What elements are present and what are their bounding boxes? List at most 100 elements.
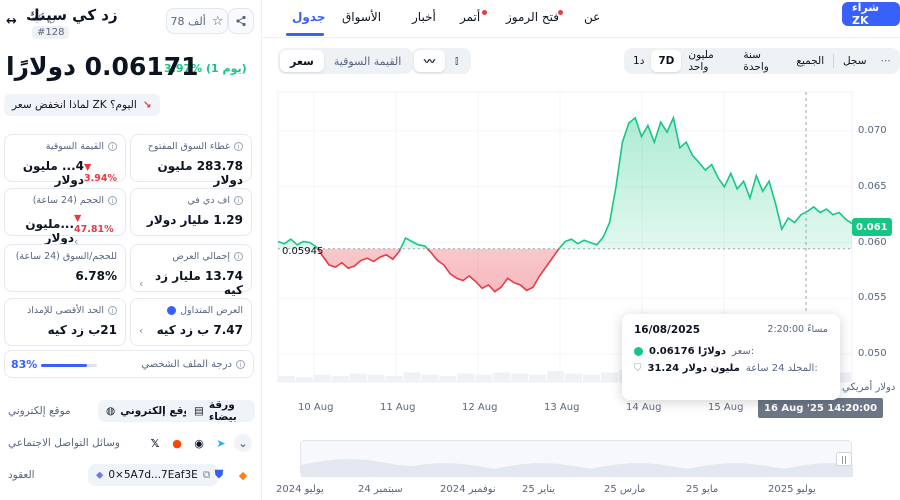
log-button[interactable]: سجل	[836, 50, 874, 72]
navigator-area	[301, 459, 853, 477]
tab-unlocks[interactable]: فتح الرموز	[506, 10, 559, 24]
range-1y[interactable]: سنة واحدة	[736, 49, 789, 73]
info-icon: i	[108, 196, 117, 205]
share-button[interactable]	[228, 8, 254, 34]
volume-bar	[278, 376, 295, 382]
y-tick-label: 0.055	[858, 292, 887, 304]
share-icon	[236, 15, 246, 27]
contract-address-button[interactable]: ⬥ 0×5A7d...7Eaf3E ⧉	[88, 464, 219, 486]
stat-value: ...مليون دولار	[25, 216, 75, 245]
coin-sidebar: 78 ألف ☆ ↔ زد كيه زد كي سينك #128 3.97% …	[0, 0, 262, 500]
github-icon[interactable]: ◉	[190, 434, 208, 452]
contract-address: 0×5A7d...7Eaf3E	[108, 469, 198, 481]
tooltip-price: 0.06176 دولارًا	[649, 346, 727, 357]
profile-score[interactable]: 83% درجة الملف الشخصي i	[4, 350, 254, 378]
line-chart-icon: 〰	[424, 55, 435, 68]
volume-bar	[511, 373, 529, 382]
candlestick-icon: ⫾	[455, 54, 459, 67]
stat-total-supply[interactable]: إجمالي العرض i ‹ 13.74 مليار زد كيه	[130, 244, 252, 297]
volume-bar	[547, 371, 564, 382]
range-all[interactable]: الجميع	[789, 50, 831, 72]
x-tick-label: 13 Aug	[544, 402, 580, 413]
stat-vol-mcap[interactable]: للحجم/السوق (24 ساعة) 6.78%	[4, 244, 126, 292]
current-price: 0.06171 دولارًا	[6, 52, 199, 81]
y-tick-label: 0.060	[858, 236, 887, 248]
market-cap-view-button[interactable]: القيمة السوقية	[324, 50, 411, 72]
website-label: موقع إلكتروني	[8, 405, 71, 417]
price-chart[interactable]	[262, 86, 900, 500]
stat-market-cap[interactable]: القيمة السوقية i 4... مليون دولار ▼ 3.94%	[4, 134, 126, 187]
tooltip-volume: 31.24 مليون دولار	[647, 363, 740, 374]
tab-about[interactable]: عن	[584, 10, 600, 24]
telegram-icon[interactable]: ➤	[212, 434, 230, 452]
price-tooltip: 16/08/2025 2:20:00 مساءً 0.06176 دولارًا…	[622, 314, 840, 400]
stat-volume[interactable]: الحجم (24 ساعة) i ...مليون دولار ▼ 47.81% …	[4, 188, 126, 248]
buy-button[interactable]: شراء ZK	[842, 1, 900, 27]
tab-news[interactable]: أخبار	[412, 10, 436, 24]
shield-icon[interactable]: ⛊	[210, 466, 228, 484]
stat-label: إجمالي العرض	[172, 251, 230, 262]
chart-panel: شراء ZK عن فتح الرموز أتمر أخبار الأسواق…	[262, 0, 900, 500]
reddit-icon[interactable]: ●	[168, 434, 186, 452]
x-icon[interactable]: 𝕏	[146, 434, 164, 452]
volume-bar	[367, 374, 385, 382]
x-tick-label: 12 Aug	[462, 402, 498, 413]
crosshair-time-label: 16 Aug '25 14:20:00	[758, 398, 884, 418]
navigator-tick-label: نوفمبر 2024	[440, 484, 496, 495]
navigator-tick-label: يوليو 2025	[768, 484, 816, 495]
stat-change: ▼ 3.94%	[84, 162, 117, 184]
stat-label: اف دي في	[187, 195, 230, 206]
tab-chart[interactable]: جدول	[292, 10, 325, 24]
navigator-handle[interactable]: ||	[836, 452, 852, 466]
volume-bar	[600, 372, 618, 382]
current-price-tag: 0.061	[852, 218, 892, 236]
stat-label: الحد الأقصى للإمداد	[27, 305, 104, 316]
why-price-button[interactable]: لماذا انخفض سعر ZK اليوم؟ ↘	[4, 94, 160, 116]
y-tick-label: 0.050	[858, 348, 887, 360]
website-row: موقع إلكتروني ◍ موقع إلكتروني ▤ ورقة بيضاء	[4, 399, 255, 424]
tab-markets[interactable]: الأسواق	[342, 10, 381, 24]
stat-value: 1.29 مليار دولار	[146, 213, 243, 227]
volume-bar	[403, 372, 421, 382]
y-tick-label: 0.070	[858, 125, 887, 137]
y-tick-label: 0.065	[858, 180, 887, 192]
metamask-icon[interactable]: ◆	[234, 466, 252, 484]
chevron-down-icon[interactable]: ⌄	[234, 434, 252, 452]
tab-bar: شراء ZK عن فتح الرموز أتمر أخبار الأسواق…	[262, 0, 900, 38]
volume-bar	[421, 374, 439, 382]
globe-icon: ◍	[106, 405, 116, 417]
document-icon: ▤	[194, 405, 204, 417]
range-1m[interactable]: مليون واحد	[681, 49, 736, 73]
x-tick-label: 11 Aug	[380, 402, 416, 413]
active-tab-indicator	[286, 33, 324, 36]
watchlist-button[interactable]: 78 ألف ☆	[166, 8, 228, 34]
stat-value: 21ب زد كيه	[47, 323, 117, 337]
divider	[833, 54, 834, 68]
range-navigator[interactable]	[300, 440, 853, 477]
stat-change: ▼ 47.81% ‹	[74, 213, 114, 248]
candle-chart-button[interactable]: ⫾	[445, 50, 469, 72]
whitepaper-button[interactable]: ▤ ورقة بيضاء	[186, 399, 255, 423]
stat-fdv[interactable]: اف دي في i 1.29 مليار دولار	[130, 188, 252, 236]
volume-bar	[493, 372, 511, 382]
star-icon: ☆	[211, 13, 224, 29]
stat-max-supply[interactable]: الحد الأقصى للإمداد i 21ب زد كيه	[4, 298, 126, 346]
coin-logo: ↔	[6, 14, 17, 29]
info-icon: i	[234, 252, 243, 261]
range-7d[interactable]: 7D	[651, 50, 682, 72]
more-icon[interactable]: ⋯	[874, 50, 899, 72]
volume-bar	[565, 373, 582, 382]
range-1d[interactable]: 1د	[626, 50, 651, 72]
stat-circulating[interactable]: العرض المتداول ‹ 7.47 ب زد كيه	[130, 298, 252, 346]
tab-atmar[interactable]: أتمر	[460, 10, 480, 24]
volume-bar	[475, 374, 493, 382]
verified-icon	[167, 306, 177, 315]
volume-bar	[529, 374, 547, 382]
stat-open-cap[interactable]: غطاء السوق المفتوح i 283.78 مليون دولار	[130, 134, 252, 187]
watchlist-count: 78 ألف	[170, 14, 206, 28]
line-chart-button[interactable]: 〰	[414, 50, 445, 72]
navigator-tick-label: مايو 25	[686, 484, 719, 495]
stat-value: 7.47 ب زد كيه	[156, 323, 243, 337]
volume-bar	[349, 373, 367, 382]
price-view-button[interactable]: سعر	[280, 50, 324, 72]
